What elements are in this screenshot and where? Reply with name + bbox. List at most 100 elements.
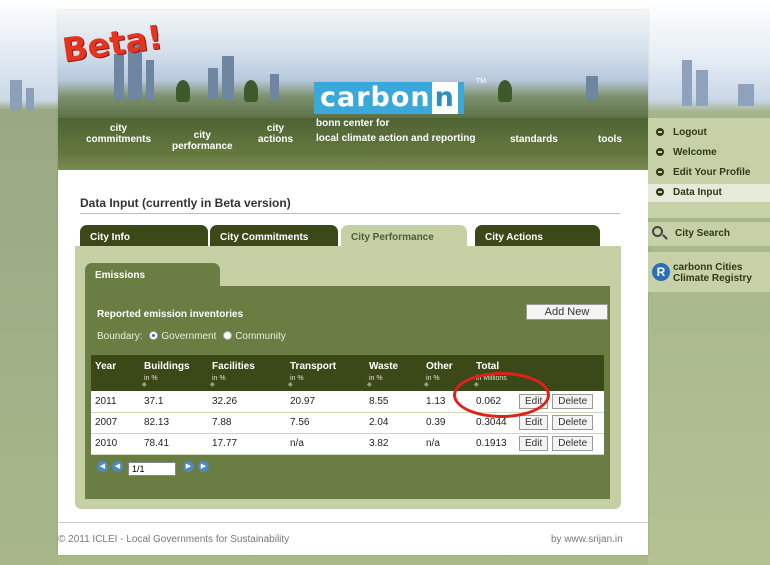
sidebar-item-welcome[interactable]: Welcome	[656, 144, 770, 162]
sidebar-item-label: Welcome	[673, 147, 717, 158]
cell-facilities: 7.88	[208, 412, 286, 434]
footer-divider	[58, 522, 648, 523]
skyline-building	[696, 70, 708, 106]
col-waste-label: Waste	[369, 361, 399, 372]
nav-city-actions-line2: actions	[258, 134, 294, 145]
radio-community[interactable]	[223, 331, 233, 340]
cell-year: 2011	[91, 391, 140, 413]
col-facilities-unit: in %	[212, 375, 226, 382]
nav-standards[interactable]: standards	[510, 134, 558, 145]
sidebar-item-logout[interactable]: Logout	[656, 124, 770, 142]
col-buildings[interactable]: Buildings in % ◆	[140, 355, 208, 391]
tree-graphic	[498, 80, 512, 102]
cell-waste: 8.55	[365, 391, 422, 413]
cell-actions: Edit Delete	[515, 433, 604, 455]
delete-button[interactable]: Delete	[552, 393, 594, 409]
bullet-icon	[656, 148, 664, 156]
tab-city-actions[interactable]: City Actions	[475, 225, 600, 247]
subtab-emissions[interactable]: Emissions	[85, 263, 220, 287]
cell-waste: 3.82	[365, 433, 422, 455]
search-icon-handle	[662, 234, 668, 240]
cell-year: 2010	[91, 433, 140, 455]
add-new-button[interactable]: Add New	[526, 304, 608, 320]
sidebar-item-data-input[interactable]: Data Input	[648, 184, 770, 202]
skyline-building	[146, 60, 154, 100]
col-transport-unit: in %	[290, 375, 304, 382]
edit-button[interactable]: Edit	[519, 415, 549, 430]
main-column: Beta! carbon n TM city commitments city p…	[58, 10, 648, 555]
skyline-building	[10, 80, 22, 110]
registry-line1: carbonn Cities	[673, 262, 743, 273]
nav-city-commitments[interactable]: city commitments	[86, 123, 151, 145]
nav-tagline[interactable]: bonn center for local climate action and…	[316, 118, 475, 144]
nav-city-performance-line2: performance	[172, 141, 233, 152]
next-page-icon[interactable]: ▶	[183, 461, 194, 472]
col-transport[interactable]: Transport in % ◆	[286, 355, 365, 391]
tagline-line2: local climate action and reporting	[316, 133, 476, 144]
cell-buildings: 78.41	[140, 433, 208, 455]
registry-label: carbonn Cities Climate Registry	[673, 262, 752, 284]
col-waste[interactable]: Waste in % ◆	[365, 355, 422, 391]
col-year-label: Year	[95, 361, 117, 372]
cell-actions: Edit Delete	[515, 412, 604, 434]
bullet-icon	[656, 188, 664, 196]
cell-transport: 20.97	[286, 391, 365, 413]
tab-city-commitments[interactable]: City Commitments	[210, 225, 338, 247]
main-nav: city commitments city performance city a…	[58, 118, 648, 170]
skyline-building	[682, 60, 692, 106]
nav-city-performance-line1: city	[193, 130, 211, 141]
nav-city-actions[interactable]: city actions	[258, 123, 293, 145]
sidebar-item-label: Logout	[673, 127, 707, 138]
tab-city-performance[interactable]: City Performance	[341, 225, 467, 247]
col-year[interactable]: Year	[91, 355, 140, 391]
col-other-label: Other	[426, 361, 453, 372]
col-facilities[interactable]: Facilities in % ◆	[208, 355, 286, 391]
trademark-mark: TM	[476, 78, 487, 85]
sort-icon: ◆	[424, 382, 429, 388]
col-facilities-label: Facilities	[212, 361, 255, 372]
skyline-building	[208, 68, 218, 100]
footer-copyright: © 2011 ICLEI - Local Governments for Sus…	[58, 534, 290, 545]
highlight-circle	[453, 372, 550, 418]
last-page-icon[interactable]: ▶	[198, 461, 209, 472]
tab-panel: Emissions Reported emission inventories …	[75, 246, 621, 509]
cell-transport: n/a	[286, 433, 365, 455]
sidebar-item-edit-profile[interactable]: Edit Your Profile	[656, 164, 770, 182]
cell-total: 0.1913	[472, 433, 515, 455]
carbonn-logo[interactable]: carbon n	[314, 82, 464, 114]
registry-link[interactable]: R carbonn Cities Climate Registry	[648, 252, 770, 292]
cell-buildings: 37.1	[140, 391, 208, 413]
nav-city-performance[interactable]: city performance	[172, 130, 233, 152]
edit-button[interactable]: Edit	[519, 436, 549, 451]
radio-government[interactable]	[149, 331, 159, 340]
col-buildings-unit: in %	[144, 375, 158, 382]
city-search[interactable]: City Search	[648, 222, 770, 246]
boundary-label: Boundary:	[97, 331, 143, 342]
tree-graphic	[244, 80, 258, 102]
first-page-icon[interactable]: ◀	[97, 461, 108, 472]
page-number-input[interactable]: 1/1	[128, 462, 176, 476]
cell-buildings: 82.13	[140, 412, 208, 434]
col-total-label: Total	[476, 361, 500, 372]
col-transport-label: Transport	[290, 361, 337, 372]
nav-tools[interactable]: tools	[598, 134, 622, 145]
col-waste-unit: in %	[369, 375, 383, 382]
prev-page-icon[interactable]: ◀	[112, 461, 123, 472]
nav-city-actions-line1: city	[266, 123, 285, 134]
header-banner: Beta! carbon n TM	[58, 10, 648, 118]
logo-n-box: n	[431, 82, 458, 114]
cell-transport: 7.56	[286, 412, 365, 434]
skyline-building	[738, 84, 754, 106]
col-buildings-label: Buildings	[144, 361, 190, 372]
footer-credit[interactable]: by www.srijan.in	[551, 534, 623, 545]
delete-button[interactable]: Delete	[552, 415, 594, 430]
tab-city-info[interactable]: City Info	[80, 225, 208, 247]
delete-button[interactable]: Delete	[552, 436, 594, 451]
cell-other: 0.39	[422, 412, 472, 434]
cell-waste: 2.04	[365, 412, 422, 434]
background-left	[0, 0, 58, 565]
bullet-icon	[656, 128, 664, 136]
registry-line2: Climate Registry	[673, 273, 752, 284]
cell-other: n/a	[422, 433, 472, 455]
logo-text: carbon	[320, 82, 431, 113]
